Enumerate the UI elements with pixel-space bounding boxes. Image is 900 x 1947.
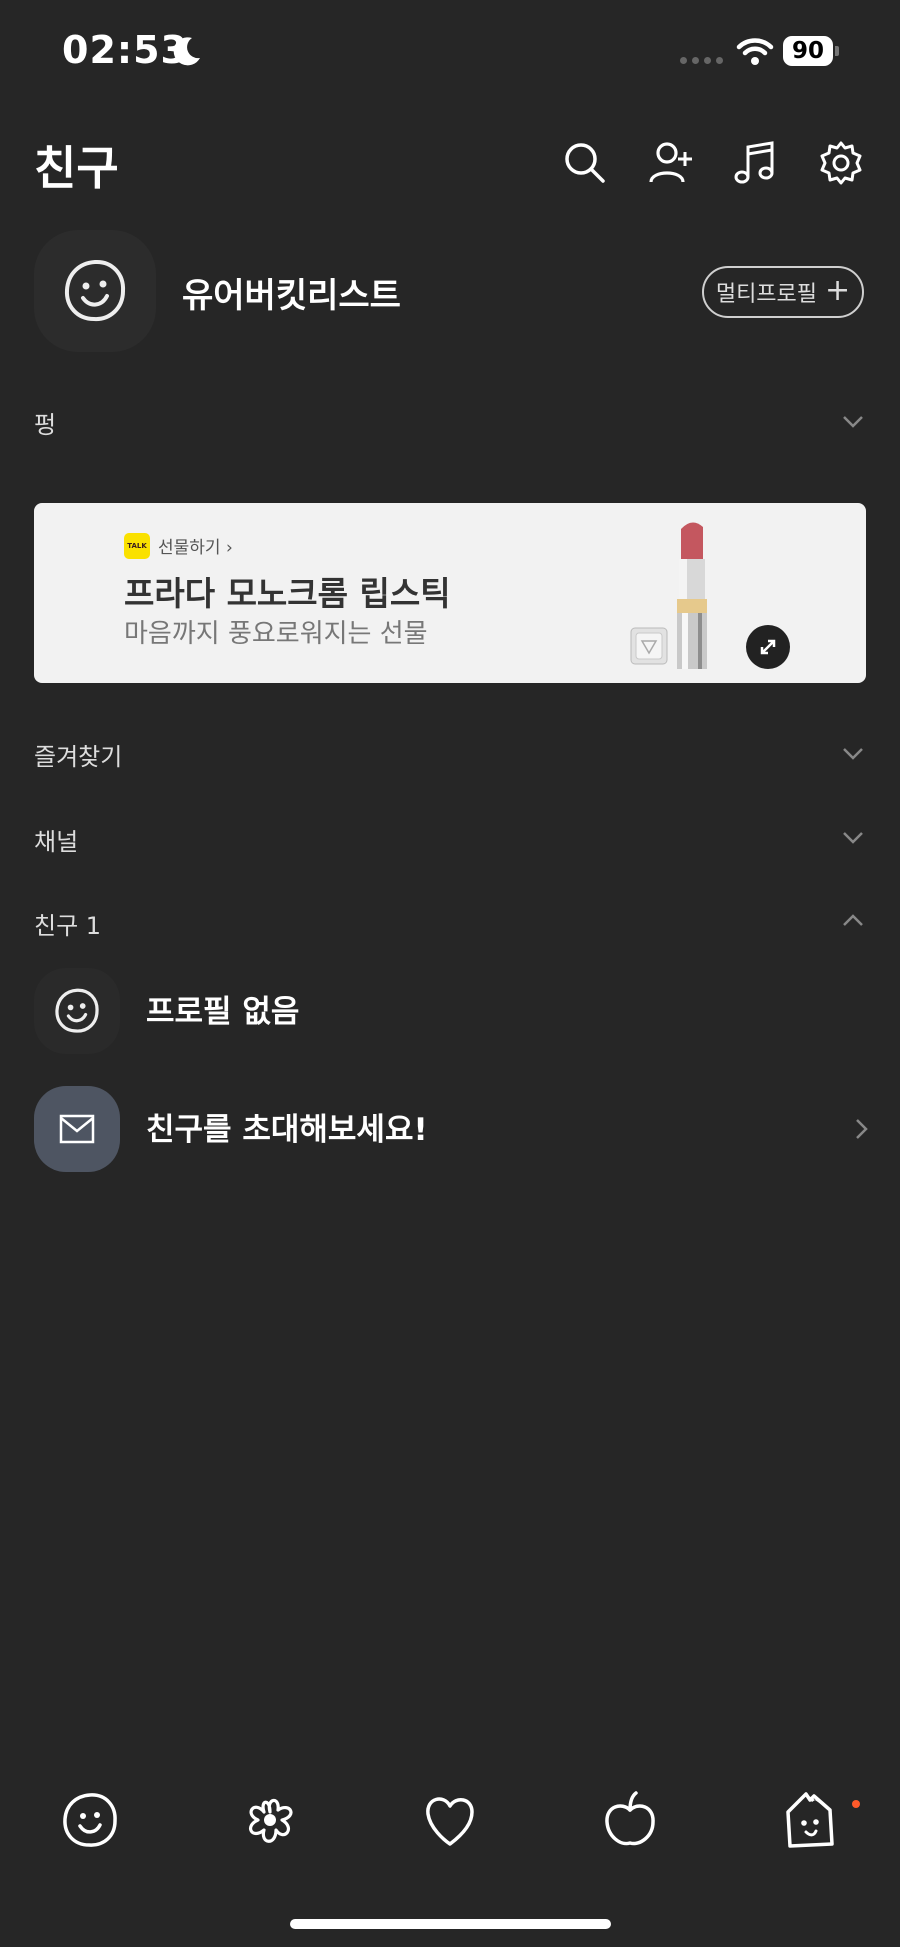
shopping-tab-icon[interactable]	[600, 1790, 660, 1850]
friends-tab-icon[interactable]	[60, 1790, 120, 1850]
section-channel[interactable]: 채널	[34, 822, 78, 857]
multi-profile-label: 멀티프로필	[715, 282, 818, 307]
mail-icon	[59, 1114, 95, 1144]
ad-subtitle: 마음까지 풍요로워지는 선물	[124, 619, 428, 649]
my-profile-avatar[interactable]	[34, 230, 156, 352]
compact-image	[630, 627, 668, 665]
page-title: 친구	[34, 141, 119, 195]
lipstick-image	[677, 522, 707, 669]
friend-avatar[interactable]	[34, 968, 120, 1054]
expand-icon[interactable]	[746, 625, 790, 669]
battery-icon: 90	[783, 36, 839, 66]
kakao-talk-badge: TALK	[124, 533, 150, 559]
friend-name[interactable]: 프로필 없음	[146, 986, 299, 1031]
section-favorites[interactable]: 즐겨찾기	[34, 737, 122, 772]
wifi-icon	[736, 36, 774, 66]
chevron-right-icon[interactable]	[848, 1116, 874, 1142]
settings-icon[interactable]	[818, 140, 864, 186]
ad-banner[interactable]: TALK 선물하기 › 프라다 모노크롬 립스틱 마음까지 풍요로워지는 선물	[34, 503, 866, 683]
invite-avatar[interactable]	[34, 1086, 120, 1172]
music-icon[interactable]	[732, 140, 778, 186]
smiley-icon	[64, 259, 126, 322]
invite-friends-label[interactable]: 친구를 초대해보세요!	[146, 1104, 428, 1149]
chevron-down-icon[interactable]	[840, 824, 866, 850]
chevron-down-icon[interactable]	[840, 408, 866, 434]
plus-icon: +	[825, 272, 851, 308]
home-indicator[interactable]	[290, 1919, 611, 1929]
smiley-icon	[55, 988, 99, 1033]
notification-dot	[852, 1800, 860, 1808]
ad-title: 프라다 모노크롬 립스틱	[124, 574, 451, 613]
add-friend-icon[interactable]	[648, 140, 694, 186]
gift-label: 선물하기 ›	[158, 538, 233, 558]
my-profile-name[interactable]: 유어버킷리스트	[182, 268, 401, 317]
section-birthday[interactable]: 펑	[34, 405, 56, 440]
chevron-down-icon[interactable]	[840, 740, 866, 766]
chevron-up-icon[interactable]	[840, 908, 866, 934]
section-friends[interactable]: 친구 1	[34, 906, 101, 941]
search-icon[interactable]	[562, 140, 608, 186]
multi-profile-button[interactable]: 멀티프로필 +	[702, 266, 864, 318]
signal-icon	[680, 57, 723, 64]
more-tab-icon[interactable]	[780, 1790, 840, 1850]
moon-icon	[170, 34, 204, 68]
view-tab-icon[interactable]	[420, 1790, 480, 1850]
chats-tab-icon[interactable]	[240, 1790, 300, 1850]
battery-level: 90	[783, 36, 833, 66]
